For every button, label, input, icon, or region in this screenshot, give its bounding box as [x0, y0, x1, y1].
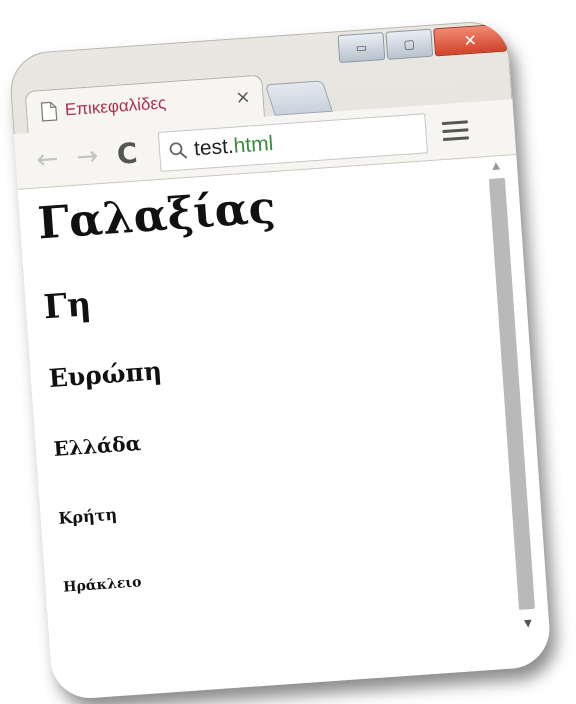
tab-close-icon[interactable]: ×	[235, 86, 252, 108]
scroll-down-icon[interactable]: ▼	[517, 618, 540, 631]
heading-4: Ελλάδα	[52, 430, 142, 461]
address-bar[interactable]: test.html	[157, 112, 428, 172]
forward-arrow-icon[interactable]: →	[68, 137, 106, 175]
url-extension: html	[232, 131, 275, 158]
tab-title: Επικεφαλίδες	[64, 92, 167, 119]
page-content: Γαλαξίας Γη Ευρώπη Ελλάδα Κρήτη Ηράκλειο…	[17, 155, 552, 701]
heading-5: Κρήτη	[57, 504, 118, 528]
search-icon	[167, 139, 188, 160]
browser-window: ▭ ▢ ✕ Επικεφαλίδες × ← → C test.html Γαλ…	[8, 19, 552, 701]
url-filename: test.	[193, 134, 235, 160]
scroll-up-icon[interactable]: ▲	[485, 160, 508, 176]
heading-2: Γη	[42, 284, 93, 327]
document-icon	[40, 100, 58, 122]
close-window-button[interactable]: ✕	[433, 23, 508, 57]
window-controls: ▭ ▢ ✕	[337, 23, 508, 64]
back-arrow-icon[interactable]: ←	[28, 140, 66, 178]
minimize-button[interactable]: ▭	[337, 31, 386, 64]
url-text[interactable]: test.html	[193, 131, 274, 160]
maximize-button[interactable]: ▢	[385, 28, 434, 60]
reload-icon[interactable]: C	[108, 134, 146, 172]
page-body: Γαλαξίας Γη Ευρώπη Ελλάδα Κρήτη Ηράκλειο	[36, 168, 505, 596]
new-tab-button[interactable]	[264, 80, 333, 116]
heading-6: Ηράκλειο	[62, 574, 142, 596]
heading-3: Ευρώπη	[47, 356, 163, 394]
screenshot-stage: ▭ ▢ ✕ Επικεφαλίδες × ← → C test.html Γαλ…	[0, 0, 576, 704]
hamburger-menu-icon[interactable]	[441, 120, 470, 142]
